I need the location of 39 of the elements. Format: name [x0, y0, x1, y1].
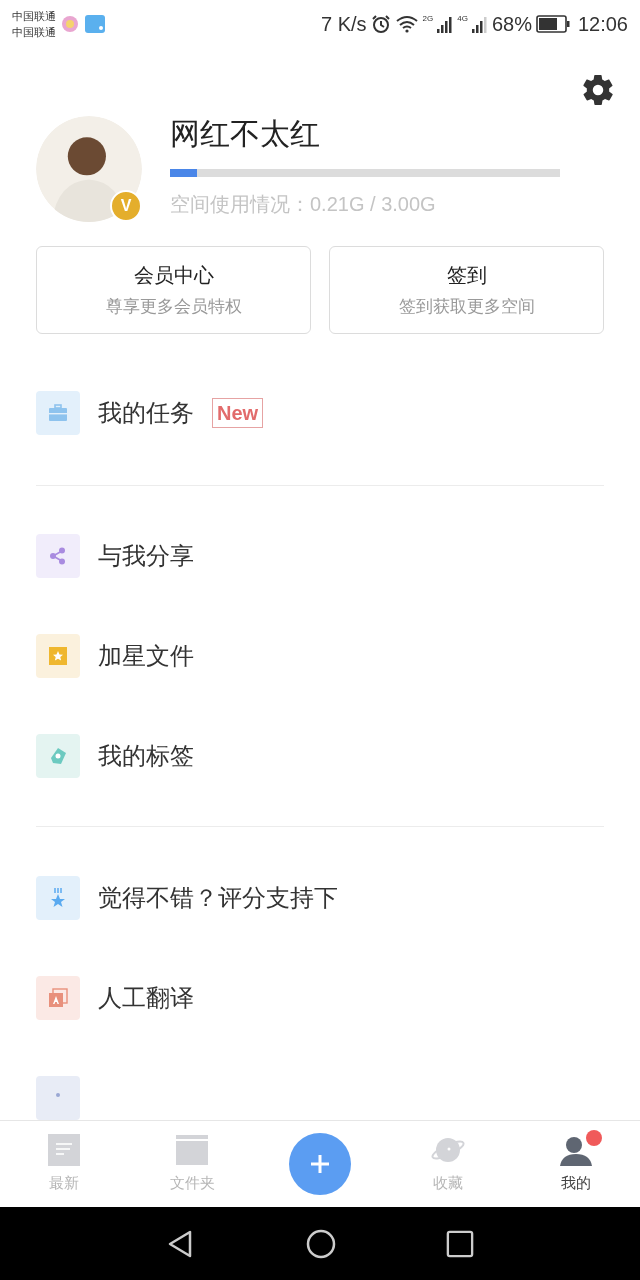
wifi-icon — [394, 14, 419, 34]
avatar[interactable] — [36, 116, 142, 222]
menu-item[interactable]: 人工翻译 — [0, 948, 640, 1048]
tab-item[interactable]: 我的 — [512, 1133, 640, 1195]
settings-icon[interactable] — [580, 72, 616, 108]
menu-item[interactable]: 加星文件 — [0, 606, 640, 706]
network-type: 2G — [422, 13, 434, 25]
folder-icon — [176, 1133, 208, 1166]
plus-icon — [308, 1152, 332, 1176]
translate-icon — [36, 976, 80, 1020]
carrier-name: 中国联通 — [12, 25, 56, 40]
tag-icon — [36, 734, 80, 778]
menu-item[interactable]: 觉得不错？评分支持下 — [0, 848, 640, 948]
app-icon — [84, 14, 106, 34]
user-name: 网红不太红 — [170, 119, 321, 149]
app-icon — [60, 14, 80, 34]
vip-badge: V — [110, 190, 142, 222]
network-type: 4G — [457, 13, 468, 25]
menu-item[interactable]: 与我分享 — [0, 506, 640, 606]
storage-usage: 空间使用情况：0.21G / 3.00G — [170, 192, 437, 217]
carrier-name: 中国联通 — [12, 9, 56, 24]
menu-item[interactable]: 我的标签 — [0, 706, 640, 806]
menu-item[interactable]: 我的任务 New — [0, 363, 640, 463]
document-icon — [48, 1133, 80, 1166]
alarm-icon — [370, 14, 391, 34]
signal-icon — [471, 15, 488, 33]
share-icon — [36, 534, 80, 578]
network-speed: 7 K/s — [321, 12, 367, 37]
battery-percent: 68% — [491, 12, 532, 37]
clock: 12:06 — [577, 12, 628, 37]
home-icon[interactable] — [306, 1228, 336, 1259]
action-card[interactable]: 签到 签到获取更多空间 — [329, 246, 604, 334]
battery-icon — [535, 15, 570, 33]
new-tag: New — [212, 398, 264, 428]
recents-icon[interactable] — [446, 1229, 474, 1258]
signal-icon — [437, 15, 454, 33]
briefcase-icon — [36, 391, 80, 435]
action-card[interactable]: 会员中心 尊享更多会员特权 — [36, 246, 311, 334]
message-icon — [36, 1076, 80, 1120]
